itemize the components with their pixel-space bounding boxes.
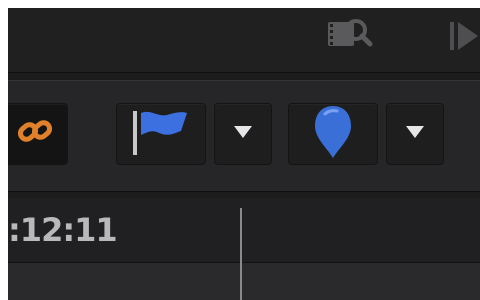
editor-window: :12:11 xyxy=(8,8,480,300)
clip-search-icon[interactable] xyxy=(326,14,378,58)
flag-dropdown-button[interactable] xyxy=(214,103,272,165)
marker-toolbar xyxy=(8,80,480,192)
playhead-line[interactable] xyxy=(240,208,242,300)
link-icon xyxy=(16,112,56,157)
marker-icon xyxy=(313,104,353,165)
timecode-ruler: :12:11 xyxy=(8,198,480,263)
screenshot-frame: :12:11 xyxy=(0,0,480,300)
play-icon[interactable] xyxy=(448,18,480,54)
flag-icon xyxy=(129,107,193,162)
top-toolbar xyxy=(8,8,480,73)
flag-button[interactable] xyxy=(116,103,206,165)
link-button[interactable] xyxy=(8,103,68,165)
dropdown-arrow-icon xyxy=(232,124,254,145)
dropdown-arrow-icon xyxy=(404,124,426,145)
marker-button[interactable] xyxy=(288,103,378,165)
timecode-display: :12:11 xyxy=(8,211,118,249)
timeline-track[interactable] xyxy=(8,262,480,300)
marker-dropdown-button[interactable] xyxy=(386,103,444,165)
